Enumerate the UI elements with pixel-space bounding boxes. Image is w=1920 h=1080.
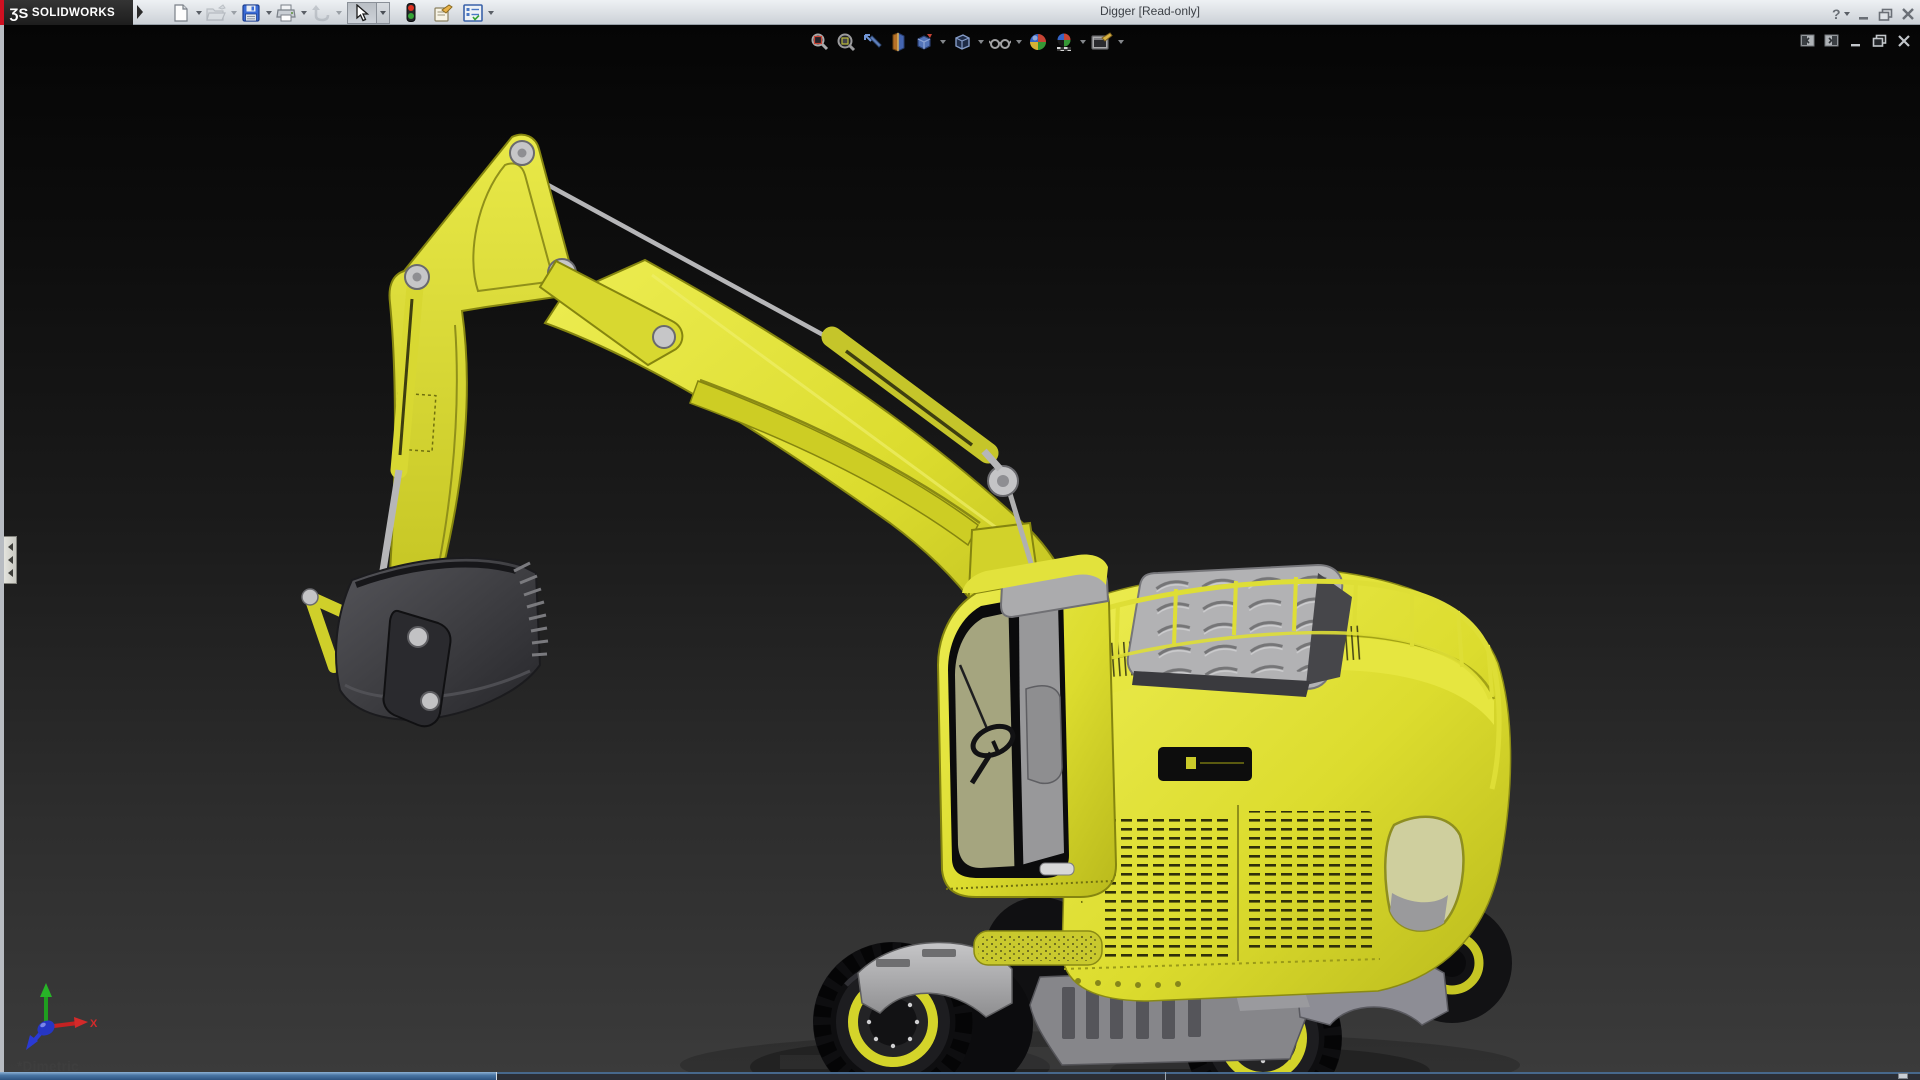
help-dropdown[interactable] [1843, 3, 1852, 25]
zoom-to-area-icon [837, 33, 856, 52]
undo-dropdown[interactable] [334, 2, 343, 24]
app-close-button[interactable] [1898, 6, 1918, 23]
collapse-arrow-icon [7, 569, 13, 577]
help-button[interactable]: ? [1832, 6, 1841, 22]
reference-triad: X [26, 983, 98, 1050]
hide-show-items-icon [989, 39, 1011, 49]
view-orientation-label: *Dimetric [17, 1059, 79, 1072]
collapse-arrow-icon [7, 556, 13, 564]
app-name: SOLIDWORKS [31, 6, 116, 19]
display-style-icon [955, 34, 970, 50]
pane-split-left-button[interactable] [1799, 33, 1816, 48]
excavator-cab[interactable] [936, 554, 1118, 898]
apply-scene-dropdown[interactable] [1078, 30, 1088, 54]
excavator-model[interactable] [0, 25, 1920, 1072]
previous-view-icon [864, 34, 882, 48]
zoom-to-fit-button[interactable] [808, 30, 832, 54]
previous-view-button[interactable] [860, 30, 884, 54]
new-document-dropdown[interactable] [194, 2, 203, 24]
view-orientation-icon [917, 34, 932, 50]
view-orientation-dropdown[interactable] [938, 30, 948, 54]
select-button[interactable] [347, 1, 377, 24]
hide-show-items-dropdown[interactable] [1014, 30, 1024, 54]
view-settings-icon [1091, 32, 1113, 50]
side-vent-left [1104, 815, 1230, 961]
taskbar-tick [1898, 1073, 1908, 1079]
stoplight-icon [406, 3, 416, 22]
open-button[interactable] [203, 2, 229, 24]
menu-expander-icon[interactable] [137, 5, 143, 19]
title-bar: ƷS SOLIDWORKS Digger [Read-only] ? [0, 0, 1920, 25]
zoom-to-fit-icon [811, 33, 829, 51]
print-icon [276, 4, 296, 21]
save-icon [242, 3, 260, 22]
graphics-viewport[interactable]: X *Dimetric [0, 25, 1920, 1072]
section-view-button[interactable] [886, 30, 910, 54]
excavator-bucket[interactable] [335, 556, 549, 728]
edit-appearance-icon [1030, 34, 1046, 50]
open-dropdown[interactable] [229, 2, 238, 24]
save-button[interactable] [238, 2, 264, 24]
display-style-button[interactable] [950, 30, 974, 54]
save-dropdown[interactable] [264, 2, 273, 24]
ds-logo-icon: ƷS [9, 4, 29, 21]
standard-toolbar [168, 1, 495, 24]
view-orientation-button[interactable] [912, 30, 936, 54]
edit-appearance-button[interactable] [1026, 30, 1050, 54]
apply-scene-button[interactable] [1052, 30, 1076, 54]
annotations-button[interactable] [430, 2, 456, 24]
app-restore-button[interactable] [1876, 6, 1896, 23]
options-dropdown[interactable] [486, 2, 495, 24]
undo-button[interactable] [308, 2, 334, 24]
collapse-arrow-icon [7, 543, 13, 551]
solidworks-logo[interactable]: ƷS SOLIDWORKS [0, 0, 133, 25]
view-settings-button[interactable] [1090, 30, 1114, 54]
hide-show-items-button[interactable] [988, 30, 1012, 54]
doc-minimize-button[interactable] [1847, 33, 1864, 48]
side-vent-right [1244, 811, 1372, 953]
taskbar-sliver [0, 1072, 1920, 1080]
print-dropdown[interactable] [299, 2, 308, 24]
section-view-icon [892, 32, 905, 52]
annotation-icon [434, 3, 453, 22]
viewport-window-controls [1799, 33, 1912, 48]
taskbar-segment[interactable] [0, 1072, 497, 1080]
print-button[interactable] [273, 2, 299, 24]
options-list-icon [463, 3, 483, 22]
display-style-dropdown[interactable] [976, 30, 986, 54]
taskbar-divider [1165, 1072, 1166, 1080]
document-title: Digger [Read-only] [1099, 4, 1201, 18]
apply-scene-icon [1057, 33, 1071, 51]
new-document-icon [174, 3, 188, 22]
taskbar-divider [497, 1072, 1920, 1074]
new-document-button[interactable] [168, 2, 194, 24]
headsup-view-toolbar [808, 30, 1126, 54]
featuremanager-collapsed-tab[interactable] [4, 536, 17, 584]
view-settings-dropdown[interactable] [1116, 30, 1126, 54]
triad-x-label: X [90, 1018, 98, 1030]
undo-icon [312, 4, 330, 21]
open-folder-icon [206, 3, 226, 21]
select-dropdown[interactable] [377, 1, 390, 24]
options-button[interactable] [460, 2, 486, 24]
pane-split-right-button[interactable] [1823, 33, 1840, 48]
doc-close-button[interactable] [1895, 33, 1912, 48]
doc-restore-button[interactable] [1871, 33, 1888, 48]
app-minimize-button[interactable] [1854, 6, 1874, 23]
rebuild-stoplight-button[interactable] [398, 2, 424, 24]
zoom-to-area-button[interactable] [834, 30, 858, 54]
select-cursor-icon [356, 3, 370, 21]
